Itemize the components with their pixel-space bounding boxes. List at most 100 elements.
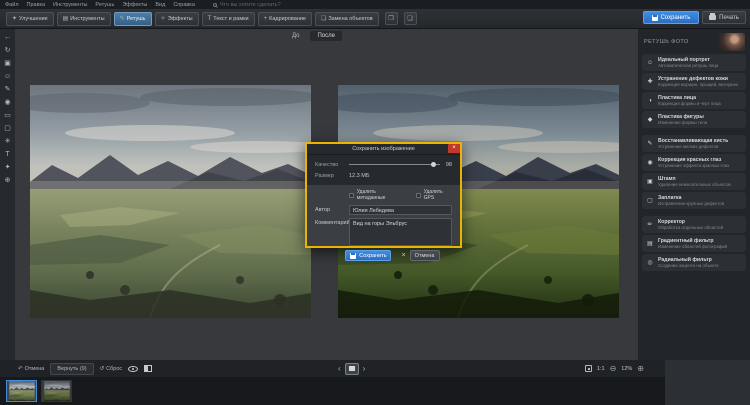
bottom-right-panel [665, 360, 750, 405]
sidebar-item-perfect-portrait[interactable]: ☺ Идеальный портрет Автоматическая ретуш… [642, 54, 746, 71]
item-subtitle: Устранение эффекта красных глаз [658, 163, 729, 168]
red-eye-icon: ◉ [646, 159, 654, 166]
print-label: Печать [719, 15, 739, 21]
menu-search[interactable]: Что вы хотите сделать? [213, 2, 281, 8]
tab-label: Текст и рамки [213, 16, 248, 22]
printer-icon [709, 15, 716, 20]
rotate-icon[interactable]: ↻ [1, 45, 14, 57]
sidebar-item-patch[interactable]: ▢ Заплатка Исправление крупных дефектов [642, 192, 746, 209]
tab-label: Замена объектов [328, 16, 372, 22]
tab-label: Эффекты [168, 16, 193, 22]
tab-tools[interactable]: ▤ Инструменты [57, 12, 111, 26]
tab-effects[interactable]: ✧ Эффекты [155, 12, 199, 26]
menu-file[interactable]: Файл [5, 2, 19, 8]
item-subtitle: Коррекция морщин, прыщей, веснушек [658, 82, 738, 87]
remove-gps-checkbox[interactable]: Удалить GPS [416, 189, 452, 201]
item-subtitle: Исправление крупных дефектов [658, 201, 724, 206]
item-subtitle: Коррекция формы и черт лица [658, 101, 721, 106]
sidebar-item-body-sculpt[interactable]: ◆ Пластика фигуры Изменение формы тела [642, 111, 746, 128]
sidebar-item-corrector[interactable]: ✏ Корректор Обработка отдельных областей [642, 216, 746, 233]
menu-help[interactable]: Справка [173, 2, 195, 8]
dialog-title-bar[interactable]: Сохранить изображение × [307, 144, 460, 155]
tab-label: Улучшение [19, 16, 48, 22]
menu-effects[interactable]: Эффекты [122, 2, 147, 8]
zoom-out-icon[interactable]: ⊖ [610, 365, 617, 373]
radial-filter-icon: ◎ [646, 259, 654, 266]
magic-icon[interactable]: ✦ [1, 162, 14, 174]
menu-view[interactable]: Вид [155, 2, 165, 8]
comment-field[interactable]: Вид на горы Эльбрус [349, 218, 452, 246]
prev-image-button[interactable]: ‹ [338, 364, 341, 373]
next-image-button[interactable]: › [363, 364, 366, 373]
zoom-in-icon[interactable]: ⊕ [637, 365, 644, 373]
tab-crop[interactable]: + Кадрирование [258, 12, 312, 26]
red-eye-icon[interactable]: ◉ [1, 97, 14, 109]
save-label: Сохранить [661, 15, 691, 21]
print-button[interactable]: Печать [702, 11, 746, 24]
undo-icon: ↶ [18, 366, 23, 372]
tab-label: Кадрирование [269, 16, 306, 22]
actual-size-button[interactable]: 1:1 [597, 366, 605, 372]
menu-edit[interactable]: Правка [27, 2, 46, 8]
sidebar-item-gradient-filter[interactable]: ▤ Градиентный фильтр Изменение областей … [642, 235, 746, 252]
filmstrip-thumbnail-current[interactable] [6, 380, 37, 402]
filmstrip-thumbnail[interactable] [41, 380, 72, 402]
text-icon[interactable]: T [1, 149, 14, 161]
zoom-icon[interactable]: ⊕ [1, 175, 14, 187]
compare-view-icon[interactable] [144, 365, 152, 372]
undo-button[interactable]: ↶ Отмена [18, 366, 44, 372]
show-original-eye-icon[interactable] [128, 366, 138, 372]
save-button[interactable]: Сохранить [643, 11, 699, 24]
author-field[interactable]: Юлия Лебедева [349, 205, 452, 215]
menu-tools[interactable]: Инструменты [53, 2, 87, 8]
tab-object-removal[interactable]: ❏ Замена объектов [315, 12, 379, 26]
filmstrip-toggle-button[interactable] [345, 363, 359, 375]
close-icon[interactable]: × [448, 144, 460, 153]
tab-retouch[interactable]: ✎ Ретушь [114, 12, 152, 26]
main-toolbar: ✦ Улучшение ▤ Инструменты ✎ Ретушь ✧ Эфф… [0, 9, 750, 29]
dialog-meta-section: Удалить метаданные Удалить GPS Автор Юли… [307, 185, 460, 246]
menu-retouch[interactable]: Ретушь [95, 2, 114, 8]
sidebar-item-radial-filter[interactable]: ◎ Радиальный фильтр Создание акцента на … [642, 254, 746, 271]
portrait-icon[interactable]: ☺ [1, 71, 14, 83]
sidebar-item-stamp[interactable]: ▣ Штамп Удаление нежелательных объектов [642, 173, 746, 190]
dialog-title: Сохранить изображение [352, 146, 415, 152]
after-tab[interactable]: После [310, 31, 342, 41]
patch-icon[interactable]: ▢ [1, 123, 14, 135]
remove-metadata-checkbox[interactable]: Удалить метаданные [349, 189, 402, 201]
before-tab[interactable]: До [285, 31, 306, 41]
dialog-save-button[interactable]: Сохранить [345, 250, 391, 261]
save-image-dialog: Сохранить изображение × Качество 98 Разм… [305, 142, 462, 248]
fit-screen-icon[interactable] [585, 365, 592, 372]
sidebar-item-face-sculpt[interactable]: ◑ Пластика лица Коррекция формы и черт л… [642, 92, 746, 109]
before-after-toggle: До После [285, 31, 342, 41]
photo-before[interactable] [30, 85, 311, 318]
adjust-icon[interactable]: ✳ [1, 136, 14, 148]
reset-button[interactable]: ↺ Сброс [100, 366, 123, 372]
sidebar-item-healing-brush[interactable]: ✎ Восстанавливающая кисть Устранение мел… [642, 135, 746, 152]
quality-value: 98 [446, 162, 452, 168]
dialog-cancel-button[interactable]: × Отмена [401, 250, 439, 261]
item-subtitle: Изменение формы тела [658, 120, 707, 125]
sidebar-item-red-eye[interactable]: ◉ Коррекция красных глаз Устранение эффе… [642, 154, 746, 171]
zoom-level: 12% [621, 366, 632, 372]
author-label: Автор [315, 205, 349, 215]
quality-slider[interactable] [349, 162, 440, 167]
redo-button[interactable]: Вернуть (9) [50, 363, 93, 375]
copy-settings-button[interactable]: ❐ [385, 12, 398, 25]
filmstrip-bar [0, 377, 665, 405]
sidebar-item-skin-defects[interactable]: ✚ Устранение дефектов кожи Коррекция мор… [642, 73, 746, 90]
size-value: 12.3 МБ [349, 173, 369, 179]
comment-label: Комментарий [315, 218, 349, 246]
back-icon[interactable]: ← [1, 32, 14, 44]
stamp-icon[interactable]: ▭ [1, 110, 14, 122]
sidebar-header: РЕТУШЬ ФОТО [644, 39, 689, 45]
crop-icon[interactable]: ▣ [1, 58, 14, 70]
slider-handle[interactable] [431, 162, 436, 167]
brush-icon[interactable]: ✎ [1, 84, 14, 96]
item-subtitle: Удаление нежелательных объектов [658, 182, 731, 187]
search-icon [213, 3, 217, 7]
paste-settings-button[interactable]: ❑ [404, 12, 417, 25]
tab-enhance[interactable]: ✦ Улучшение [6, 12, 54, 26]
tab-text-frames[interactable]: T Текст и рамки [202, 12, 255, 26]
